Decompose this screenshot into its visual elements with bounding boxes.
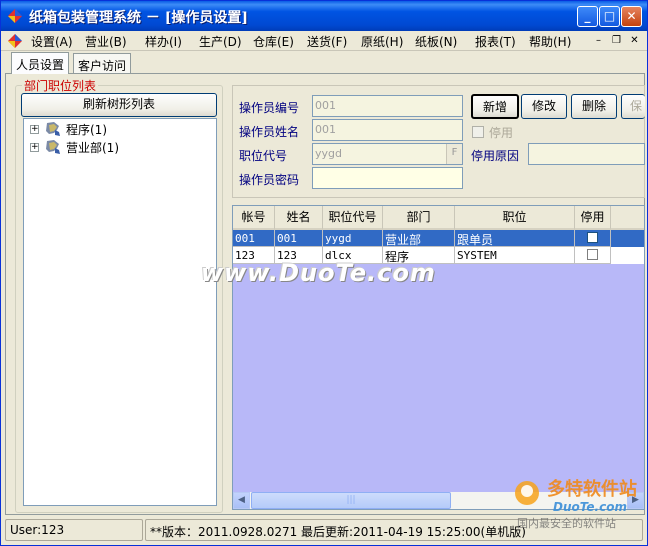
child-close-button[interactable]: ✕	[627, 34, 642, 48]
scroll-thumb[interactable]: |||	[251, 492, 451, 509]
grid-header: 帐号 姓名 职位代号 部门 职位 停用	[233, 206, 644, 230]
expand-icon[interactable]: +	[30, 143, 39, 152]
edit-button[interactable]: 修改	[521, 94, 567, 119]
cell-account: 001	[233, 230, 275, 247]
logo-title: 多特软件站	[547, 478, 637, 500]
position-code-label: 职位代号	[239, 149, 288, 163]
restore-icon: ❐	[612, 35, 621, 46]
duote-logo-watermark: 多特软件站 DuoTe.com 国内最安全的软件站	[515, 478, 637, 530]
child-minimize-button[interactable]: –	[591, 34, 606, 48]
position-lookup-button[interactable]: F	[446, 144, 462, 164]
folder-tree-icon	[46, 122, 60, 136]
col-filler	[611, 206, 644, 230]
watermark-text: www.DuoTe.com	[201, 259, 436, 287]
operator-name-label: 操作员姓名	[239, 125, 300, 139]
add-button[interactable]: 新增	[471, 94, 519, 119]
menu-board[interactable]: 纸板(N)	[415, 33, 457, 50]
chevron-left-icon: ◀	[238, 495, 245, 505]
tab-personnel-settings[interactable]: 人员设置	[11, 52, 70, 74]
password-label: 操作员密码	[239, 173, 300, 187]
position-code-field[interactable]: yygd F	[312, 143, 463, 165]
operator-grid[interactable]: 帐号 姓名 职位代号 部门 职位 停用 001 001 yygd 营业部 跟单员…	[232, 205, 645, 510]
menu-sample[interactable]: 样办(I)	[145, 33, 182, 50]
child-window-icon[interactable]	[7, 33, 23, 49]
cell-disabled	[575, 247, 611, 264]
group-legend: 部门职位列表	[22, 77, 99, 94]
menu-reports[interactable]: 报表(T)	[475, 33, 516, 50]
status-user: User:123	[5, 519, 143, 541]
disabled-checkbox-label: 停用	[489, 126, 514, 140]
scroll-left-button[interactable]: ◀	[233, 492, 250, 509]
child-restore-button[interactable]: ❐	[609, 34, 624, 48]
minimize-icon: –	[596, 35, 601, 46]
table-row[interactable]: 001 001 yygd 营业部 跟单员	[233, 230, 644, 247]
tree-node-label: 营业部(1)	[66, 141, 119, 155]
disable-reason-field[interactable]	[528, 143, 645, 165]
disabled-checkbox[interactable]	[472, 126, 484, 138]
expand-icon[interactable]: +	[30, 125, 39, 134]
cell-name: 001	[275, 230, 323, 247]
menu-business[interactable]: 营业(B)	[85, 33, 127, 50]
cell-position: SYSTEM	[455, 247, 575, 264]
menu-production[interactable]: 生产(D)	[199, 33, 242, 50]
close-icon: ✕	[630, 35, 639, 46]
cell-position: 跟单员	[455, 230, 575, 247]
position-code-value: yygd	[315, 147, 342, 160]
maximize-button[interactable]: □	[599, 6, 620, 27]
logo-url: DuoTe.com	[553, 500, 627, 514]
menu-bar: 设置(A) 营业(B) 样办(I) 生产(D) 仓库(E) 送货(F) 原纸(H…	[1, 31, 647, 51]
menu-delivery[interactable]: 送货(F)	[307, 33, 347, 50]
menu-settings[interactable]: 设置(A)	[31, 33, 73, 50]
col-name[interactable]: 姓名	[275, 206, 323, 230]
folder-tree-icon	[46, 140, 60, 154]
password-field[interactable]	[312, 167, 463, 189]
operator-name-field[interactable]: 001	[312, 119, 463, 141]
cell-position-code: yygd	[323, 230, 383, 247]
logo-tagline: 国内最安全的软件站	[517, 516, 616, 530]
disable-reason-label: 停用原因	[471, 149, 520, 163]
refresh-tree-button[interactable]: 刷新树形列表	[21, 93, 217, 117]
cell-disabled	[575, 230, 611, 247]
row-disabled-checkbox[interactable]	[587, 232, 598, 243]
close-button[interactable]: ✕	[621, 6, 642, 27]
col-position[interactable]: 职位	[455, 206, 575, 230]
maximize-icon: □	[603, 9, 616, 23]
row-disabled-checkbox[interactable]	[587, 249, 598, 260]
delete-button[interactable]: 删除	[571, 94, 617, 119]
col-position-code[interactable]: 职位代号	[323, 206, 383, 230]
dept-tree[interactable]: + 程序(1) + 营业部(1)	[23, 118, 217, 506]
cell-department: 营业部	[383, 230, 455, 247]
minimize-button[interactable]: _	[577, 6, 598, 27]
col-disabled[interactable]: 停用	[575, 206, 611, 230]
col-department[interactable]: 部门	[383, 206, 455, 230]
tab-customer-visits[interactable]: 客户访问	[73, 53, 132, 74]
menu-raw-paper[interactable]: 原纸(H)	[361, 33, 403, 50]
menu-warehouse[interactable]: 仓库(E)	[253, 33, 294, 50]
operator-id-label: 操作员编号	[239, 101, 300, 115]
minimize-icon: _	[584, 9, 591, 23]
window-title: 纸箱包装管理系统 － [操作员设置]	[29, 10, 248, 26]
save-button[interactable]: 保	[621, 94, 645, 119]
col-account[interactable]: 帐号	[233, 206, 275, 230]
app-window: 纸箱包装管理系统 － [操作员设置] _ □ ✕ 设置(A) 营业(B) 样办(…	[0, 0, 648, 546]
menu-help[interactable]: 帮助(H)	[529, 33, 571, 50]
operator-id-field[interactable]: 001	[312, 95, 463, 117]
close-icon: ✕	[626, 9, 637, 23]
title-bar[interactable]: 纸箱包装管理系统 － [操作员设置] _ □ ✕	[1, 1, 647, 31]
app-logo-icon	[8, 9, 22, 23]
tree-node-label: 程序(1)	[66, 123, 107, 137]
